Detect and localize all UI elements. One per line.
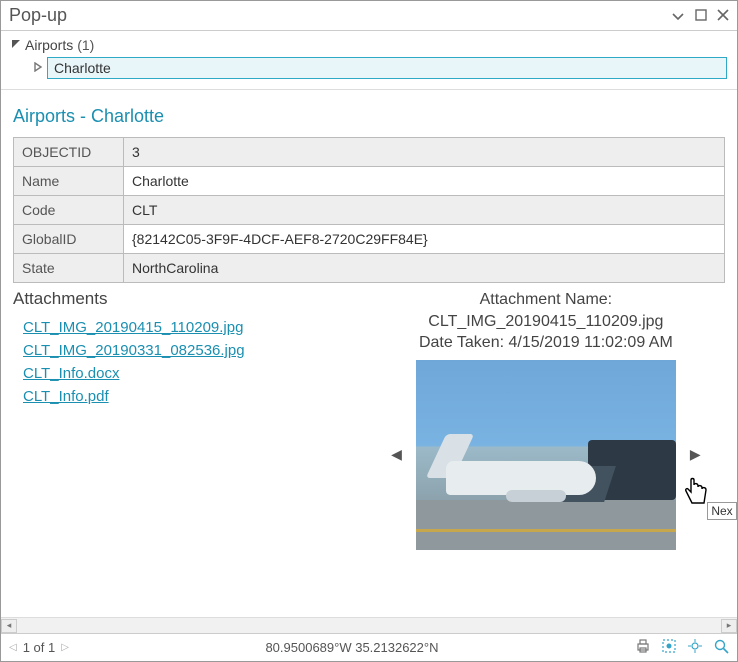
horizontal-scrollbar[interactable]: ◂ ▸ xyxy=(1,617,737,633)
next-tooltip: Nex xyxy=(707,502,736,520)
prev-attachment-button[interactable]: ◀ xyxy=(385,440,408,469)
attr-value: 3 xyxy=(124,138,725,167)
zoom-to-icon[interactable] xyxy=(713,638,729,657)
attr-value: {82142C05-3F9F-4DCF-AEF8-2720C29FF84E} xyxy=(124,225,725,254)
attachment-carousel: ◀ ▶ Nex xyxy=(385,360,707,550)
collapse-icon[interactable] xyxy=(671,8,685,24)
pager-text: 1 of 1 xyxy=(23,640,56,655)
tree-child-label: Charlotte xyxy=(54,60,111,76)
restore-icon[interactable] xyxy=(695,8,707,24)
flash-icon[interactable] xyxy=(687,638,703,657)
attr-value: NorthCarolina xyxy=(124,254,725,283)
select-icon[interactable] xyxy=(661,638,677,657)
print-icon[interactable] xyxy=(635,638,651,657)
attachment-preview-panel: Attachment Name: CLT_IMG_20190415_110209… xyxy=(367,289,725,613)
chevron-right-icon[interactable] xyxy=(33,62,43,75)
scroll-left-button[interactable]: ◂ xyxy=(1,619,17,633)
attachment-link[interactable]: CLT_IMG_20190331_082536.jpg xyxy=(23,342,355,359)
tree-root-count: (1) xyxy=(77,37,94,53)
toolbar-icons xyxy=(635,638,729,657)
close-icon[interactable] xyxy=(717,8,729,24)
attachment-date-value: 4/15/2019 11:02:09 AM xyxy=(509,334,673,351)
table-row: GlobalID{82142C05-3F9F-4DCF-AEF8-2720C29… xyxy=(14,225,725,254)
attachments-list: CLT_IMG_20190415_110209.jpg CLT_IMG_20190… xyxy=(13,319,355,405)
window-controls xyxy=(671,8,729,24)
popup-window: Pop-up Airports (1) Charlo xyxy=(0,0,738,662)
attachment-link[interactable]: CLT_Info.docx xyxy=(23,365,355,382)
attachments-list-panel: Attachments CLT_IMG_20190415_110209.jpgC… xyxy=(13,289,355,613)
attr-value: CLT xyxy=(124,196,725,225)
attribute-table: OBJECTID3NameCharlotteCodeCLTGlobalID{82… xyxy=(13,137,725,283)
attachment-link[interactable]: CLT_Info.pdf xyxy=(23,388,355,405)
feature-tree: Airports (1) Charlotte xyxy=(1,31,737,90)
chevron-down-icon[interactable] xyxy=(11,39,21,52)
table-row: OBJECTID3 xyxy=(14,138,725,167)
tree-root-label: Airports xyxy=(25,37,73,53)
table-row: StateNorthCarolina xyxy=(14,254,725,283)
status-bar: ◁ 1 of 1 ▷ 80.9500689°W 35.2132622°N xyxy=(1,633,737,661)
window-title: Pop-up xyxy=(9,5,67,26)
prev-record-button[interactable]: ◁ xyxy=(9,642,17,653)
next-record-button[interactable]: ▷ xyxy=(61,642,69,653)
attachment-link[interactable]: CLT_IMG_20190415_110209.jpg xyxy=(23,319,355,336)
attr-key: State xyxy=(14,254,124,283)
tree-child-selected[interactable]: Charlotte xyxy=(47,57,727,79)
page-title: Airports - Charlotte xyxy=(1,90,737,137)
table-row: NameCharlotte xyxy=(14,167,725,196)
attr-key: GlobalID xyxy=(14,225,124,254)
attachment-name-label: Attachment Name: xyxy=(419,289,673,311)
record-pager: ◁ 1 of 1 ▷ xyxy=(9,640,69,655)
attachment-info: Attachment Name: CLT_IMG_20190415_110209… xyxy=(419,289,673,354)
attr-value: Charlotte xyxy=(124,167,725,196)
scroll-right-button[interactable]: ▸ xyxy=(721,619,737,633)
tree-child[interactable]: Charlotte xyxy=(33,57,727,79)
attachments-area: Attachments CLT_IMG_20190415_110209.jpgC… xyxy=(1,283,737,617)
tree-root[interactable]: Airports (1) xyxy=(11,37,727,53)
cursor-hand-icon xyxy=(681,476,709,508)
attachment-thumbnail[interactable] xyxy=(416,360,676,550)
titlebar: Pop-up xyxy=(1,1,737,31)
attr-key: Code xyxy=(14,196,124,225)
attachment-date-line: Date Taken: 4/15/2019 11:02:09 AM xyxy=(419,332,673,354)
attr-key: OBJECTID xyxy=(14,138,124,167)
scroll-track[interactable] xyxy=(17,619,721,633)
attachment-file-name: CLT_IMG_20190415_110209.jpg xyxy=(419,311,673,333)
attachment-date-label: Date Taken: xyxy=(419,334,504,351)
table-row: CodeCLT xyxy=(14,196,725,225)
coordinates-readout: 80.9500689°W 35.2132622°N xyxy=(77,640,627,655)
attachments-header: Attachments xyxy=(13,289,355,309)
next-attachment-button[interactable]: ▶ xyxy=(684,440,707,469)
attr-key: Name xyxy=(14,167,124,196)
